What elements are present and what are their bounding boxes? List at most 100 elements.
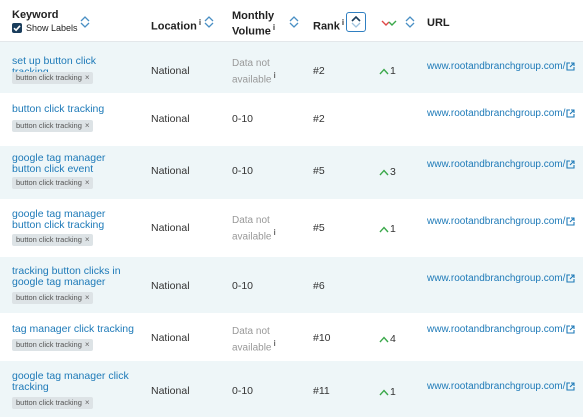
header-rank-label: Rank bbox=[313, 20, 340, 33]
keyword-link[interactable]: tag manager click tracking bbox=[12, 324, 134, 335]
keyword-sort-icon[interactable] bbox=[79, 15, 91, 29]
header-monthly-volume: Monthly Volume i bbox=[232, 10, 275, 38]
ranking-url-link[interactable]: www.rootandbranchgroup.com/ bbox=[427, 108, 565, 119]
change-sort-icon[interactable] bbox=[404, 15, 416, 29]
keyword-tag: button click tracking × bbox=[12, 339, 93, 351]
tag-remove-icon[interactable]: × bbox=[85, 178, 90, 187]
tag-label: button click tracking bbox=[16, 293, 82, 302]
header-location-label: Location bbox=[151, 20, 197, 33]
header-volume-label: Volume bbox=[232, 25, 271, 38]
tag-remove-icon[interactable]: × bbox=[85, 293, 90, 302]
volume-cell: 0-10 bbox=[232, 113, 254, 125]
external-link-icon[interactable] bbox=[566, 325, 575, 334]
info-icon[interactable]: i bbox=[273, 339, 275, 348]
volume-unavailable: Data not available i bbox=[232, 58, 276, 86]
rank-change-value: 1 bbox=[390, 223, 396, 235]
volume-na-line1: Data not bbox=[232, 215, 270, 226]
ranking-url-link[interactable]: www.rootandbranchgroup.com/ bbox=[427, 381, 565, 392]
volume-na-line2: available i bbox=[232, 338, 276, 354]
rank-sort-active-button[interactable] bbox=[346, 12, 366, 32]
header-keyword: Keyword bbox=[12, 9, 59, 21]
rank-cell: #10 bbox=[313, 332, 331, 344]
rank-cell: #11 bbox=[313, 385, 330, 397]
ranking-url-link[interactable]: www.rootandbranchgroup.com/ bbox=[427, 216, 565, 227]
keyword-tag: button click tracking × bbox=[12, 72, 93, 84]
keyword-link[interactable]: google tag manager button click event bbox=[12, 153, 134, 175]
tag-label: button click tracking bbox=[16, 121, 82, 130]
keyword-tag: button click tracking × bbox=[12, 292, 93, 304]
up-arrow-icon bbox=[379, 336, 389, 343]
tag-remove-icon[interactable]: × bbox=[85, 340, 90, 349]
show-labels-label[interactable]: Show Labels bbox=[26, 23, 78, 33]
tag-remove-icon[interactable]: × bbox=[85, 121, 90, 130]
up-arrow-icon bbox=[379, 68, 389, 75]
rank-change-value: 1 bbox=[390, 65, 396, 77]
tag-remove-icon[interactable]: × bbox=[85, 235, 90, 244]
checkbox-checked-icon bbox=[13, 25, 21, 32]
trend-icon bbox=[381, 18, 397, 26]
rank-change-value: 3 bbox=[390, 166, 396, 178]
keyword-tag: button click tracking × bbox=[12, 177, 93, 189]
ranking-url-link[interactable]: www.rootandbranchgroup.com/ bbox=[427, 273, 565, 284]
info-icon[interactable]: i bbox=[342, 18, 344, 27]
keyword-link[interactable]: tracking button clicks in google tag man… bbox=[12, 266, 134, 288]
keyword-link[interactable]: google tag manager button click tracking bbox=[12, 209, 134, 231]
info-icon[interactable]: i bbox=[273, 228, 275, 237]
rank-cell: #2 bbox=[313, 65, 325, 77]
volume-na-label: available bbox=[232, 74, 272, 86]
location-cell: National bbox=[151, 65, 190, 77]
volume-cell: 0-10 bbox=[232, 385, 254, 397]
keyword-rank-table: Keyword Show Labels Location i Monthly Vo… bbox=[0, 0, 583, 418]
tag-remove-icon[interactable]: × bbox=[85, 73, 90, 82]
ranking-url-link[interactable]: www.rootandbranchgroup.com/ bbox=[427, 159, 565, 170]
external-link-icon[interactable] bbox=[566, 62, 575, 71]
rank-cell: #5 bbox=[313, 165, 325, 177]
tag-label: button click tracking bbox=[16, 235, 82, 244]
volume-na-line2: available i bbox=[232, 227, 276, 243]
info-icon[interactable]: i bbox=[199, 18, 201, 27]
tag-label: button click tracking bbox=[16, 178, 82, 187]
keyword-link[interactable]: google tag manager click tracking bbox=[12, 371, 134, 393]
rank-change: 1 bbox=[379, 386, 396, 398]
volume-na-label: available bbox=[232, 231, 272, 243]
location-cell: National bbox=[151, 113, 190, 125]
volume-na-line2: available i bbox=[232, 70, 276, 86]
location-cell: National bbox=[151, 385, 190, 397]
keyword-tag: button click tracking × bbox=[12, 120, 93, 132]
rank-change: 1 bbox=[379, 223, 396, 235]
volume-cell: 0-10 bbox=[232, 165, 254, 177]
location-cell: National bbox=[151, 332, 190, 344]
location-sort-icon[interactable] bbox=[203, 15, 215, 29]
volume-unavailable: Data not available i bbox=[232, 326, 276, 354]
rank-change-value: 4 bbox=[390, 333, 396, 345]
rank-cell: #2 bbox=[313, 113, 325, 125]
keyword-tag: button click tracking × bbox=[12, 234, 93, 246]
external-link-icon[interactable] bbox=[566, 274, 575, 283]
info-icon[interactable]: i bbox=[273, 71, 275, 80]
external-link-icon[interactable] bbox=[566, 382, 575, 391]
rank-change: 3 bbox=[379, 166, 396, 178]
up-arrow-icon bbox=[379, 226, 389, 233]
header-rank: Rank i bbox=[313, 17, 344, 33]
show-labels-checkbox[interactable] bbox=[12, 23, 22, 33]
volume-sort-icon[interactable] bbox=[288, 15, 300, 29]
keyword-link[interactable]: button click tracking bbox=[12, 104, 134, 115]
up-arrow-icon bbox=[379, 169, 389, 176]
header-monthly-line1: Monthly bbox=[232, 10, 275, 22]
external-link-icon[interactable] bbox=[566, 217, 575, 226]
rank-change-value: 1 bbox=[390, 386, 396, 398]
header-location: Location i bbox=[151, 17, 201, 33]
tag-label: button click tracking bbox=[16, 398, 82, 407]
table-row: tracking button clicks in google tag man… bbox=[0, 257, 583, 314]
info-icon[interactable]: i bbox=[273, 23, 275, 32]
ranking-url-link[interactable]: www.rootandbranchgroup.com/ bbox=[427, 324, 565, 335]
volume-na-line1: Data not bbox=[232, 326, 270, 337]
external-link-icon[interactable] bbox=[566, 109, 575, 118]
volume-na-line1: Data not bbox=[232, 58, 270, 69]
external-link-icon[interactable] bbox=[566, 160, 575, 169]
table-row: google tag manager click tracking button… bbox=[0, 361, 583, 418]
rank-change: 1 bbox=[379, 65, 396, 77]
tag-remove-icon[interactable]: × bbox=[85, 398, 90, 407]
table-header: Keyword Show Labels Location i Monthly Vo… bbox=[0, 0, 583, 42]
ranking-url-link[interactable]: www.rootandbranchgroup.com/ bbox=[427, 61, 565, 72]
